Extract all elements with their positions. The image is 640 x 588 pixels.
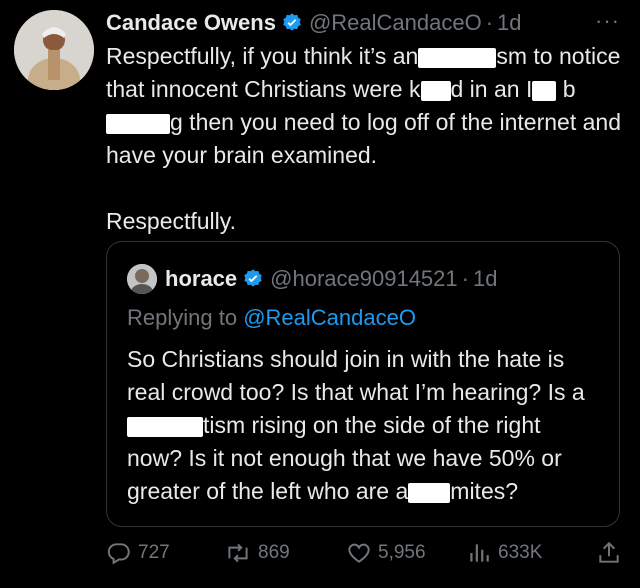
analytics-icon [470, 544, 489, 562]
verified-badge-icon [244, 269, 262, 287]
replying-to: Replying to @RealCandaceO [127, 305, 416, 331]
replying-to-label: Replying to [127, 305, 244, 330]
like-button[interactable]: 5,956 [346, 540, 426, 566]
redaction-mark [106, 113, 170, 134]
author-handle[interactable]: @RealCandaceO [309, 10, 482, 36]
quoted-author-avatar[interactable] [127, 264, 157, 294]
verified-badge-icon [283, 13, 301, 31]
share-icon [599, 541, 619, 563]
author-avatar[interactable] [14, 10, 94, 90]
action-bar: 727 869 5,956 633K [106, 533, 626, 573]
quoted-text: So Christians should join in with the ha… [127, 343, 597, 508]
quoted-author-name[interactable]: horace [165, 266, 237, 292]
redaction-mark [127, 416, 203, 437]
quoted-text-segment: So Christians should join in with the ha… [127, 346, 585, 405]
tweet-text-segment: b [556, 76, 576, 102]
profile-photo-icon [14, 10, 94, 90]
views-count: 633K [498, 542, 543, 563]
reply-icon [107, 543, 130, 565]
quoted-author-handle[interactable]: @horace90914521 [270, 266, 457, 292]
tweet-text-segment: Respectfully, if you think it’s an [106, 43, 419, 69]
like-count: 5,956 [378, 542, 426, 563]
tweet-header: Candace Owens @RealCandaceO · 1d ··· [106, 8, 620, 38]
quoted-tweet[interactable]: horace @horace90914521 · 1d Replying to … [106, 241, 620, 527]
redaction-mark [532, 80, 557, 101]
views-button[interactable]: 633K [466, 540, 542, 566]
reply-count: 727 [138, 542, 170, 563]
tweet-text-segment: g then you need to log off of the intern… [106, 109, 621, 168]
quoted-timestamp[interactable]: 1d [473, 266, 497, 292]
replying-to-handle[interactable]: @RealCandaceO [243, 305, 416, 330]
heart-icon [348, 543, 370, 563]
separator-dot: · [461, 266, 469, 291]
separator-dot: · [485, 10, 494, 35]
repost-button[interactable]: 869 [224, 540, 290, 566]
quoted-header: horace @horace90914521 · 1d [165, 262, 497, 296]
repost-icon [228, 543, 248, 563]
tweet-timestamp[interactable]: 1d [497, 10, 521, 36]
more-options-icon[interactable]: ··· [595, 8, 620, 34]
tweet-text-segment: d in an I [450, 76, 533, 102]
redaction-mark [418, 47, 497, 68]
quoted-text-segment: mites? [450, 478, 519, 504]
redaction-mark [420, 80, 451, 101]
reply-button[interactable]: 727 [106, 540, 170, 566]
redaction-mark [408, 482, 451, 503]
author-name[interactable]: Candace Owens [106, 10, 276, 36]
repost-count: 869 [258, 542, 290, 563]
tweet-text: Respectfully, if you think it’s an sm to … [106, 40, 626, 238]
share-button[interactable] [596, 540, 628, 566]
profile-photo-icon [127, 264, 157, 294]
tweet-paragraph: Respectfully. [106, 208, 236, 234]
tweet-paragraph: Respectfully, if you think it’s an sm to … [106, 40, 626, 172]
